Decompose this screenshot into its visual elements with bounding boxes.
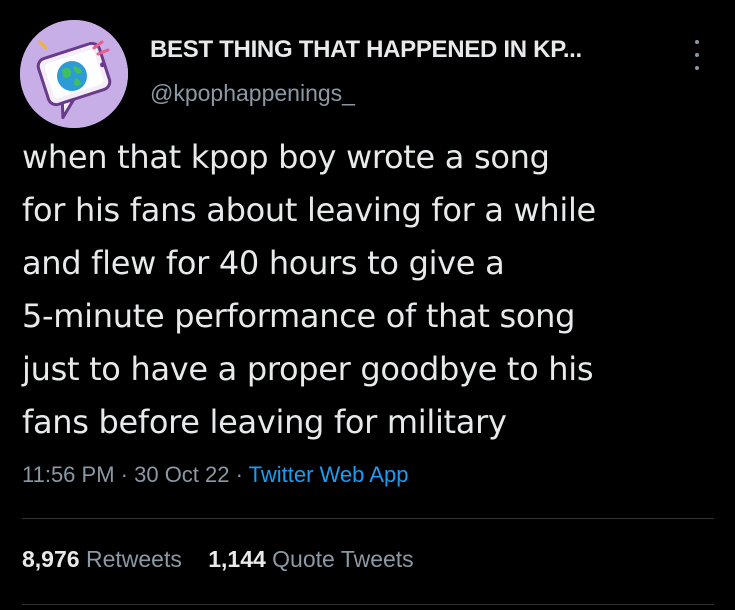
tweet-text-line: when that kpop boy wrote a song bbox=[22, 138, 550, 176]
tweet-text-line: and flew for 40 hours to give a bbox=[22, 244, 505, 282]
retweets-stat[interactable]: 8,976 Retweets bbox=[22, 546, 182, 572]
tweet-text-line: just to have a proper goodbye to his bbox=[22, 350, 594, 388]
tweet-meta: 11:56 PM · 30 Oct 22 · Twitter Web App bbox=[22, 462, 408, 488]
meta-separator: · bbox=[114, 462, 135, 487]
retweets-label: Retweets bbox=[85, 546, 182, 572]
handle[interactable]: @kpophappenings_ bbox=[150, 80, 355, 107]
phone-globe-icon bbox=[20, 20, 128, 128]
dot bbox=[695, 66, 699, 70]
display-name[interactable]: BEST THING THAT HAPPENED IN KP... bbox=[150, 36, 582, 64]
tweet-stats: 8,976 Retweets 1,144 Quote Tweets bbox=[22, 546, 434, 573]
quotes-label: Quote Tweets bbox=[272, 546, 414, 572]
avatar[interactable] bbox=[20, 20, 128, 128]
tweet-time[interactable]: 11:56 PM bbox=[22, 462, 115, 487]
quote-tweets-stat[interactable]: 1,144 Quote Tweets bbox=[208, 546, 413, 572]
more-options-icon[interactable] bbox=[690, 40, 704, 70]
tweet-text-line: 5-minute performance of that song bbox=[22, 297, 576, 335]
meta-separator: · bbox=[229, 462, 249, 487]
tweet-text-line: for his fans about leaving for a while bbox=[22, 191, 596, 229]
quotes-count: 1,144 bbox=[208, 546, 266, 572]
tweet-date[interactable]: 30 Oct 22 bbox=[134, 462, 229, 487]
dot bbox=[695, 53, 699, 57]
dot bbox=[695, 40, 699, 44]
divider bbox=[22, 518, 714, 519]
tweet-source-link[interactable]: Twitter Web App bbox=[249, 462, 409, 487]
tweet-text: when that kpop boy wrote a song for his … bbox=[22, 131, 722, 449]
divider bbox=[22, 604, 714, 605]
tweet-text-line: fans before leaving for military bbox=[22, 403, 507, 441]
retweets-count: 8,976 bbox=[22, 546, 80, 572]
tweet-card: BEST THING THAT HAPPENED IN KP... @kpoph… bbox=[0, 0, 735, 610]
